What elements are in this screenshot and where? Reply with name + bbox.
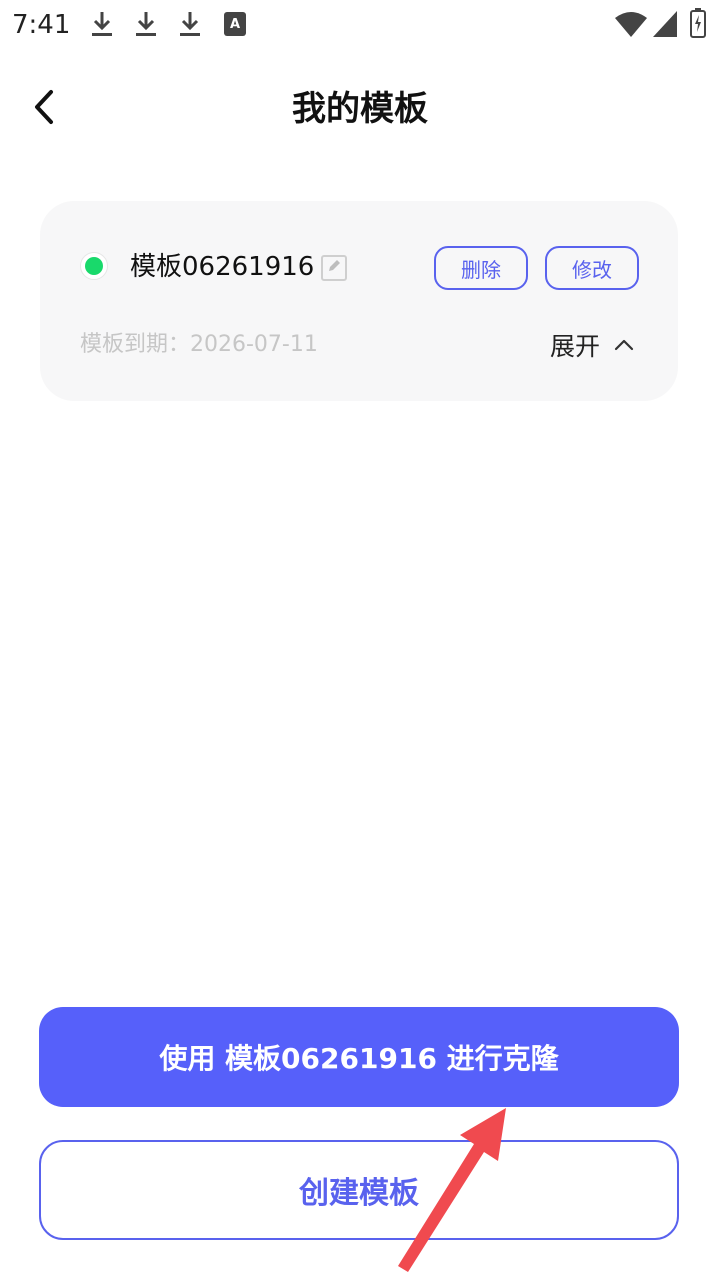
accessibility-a-icon: A: [224, 12, 246, 40]
status-bar: 7:41 A: [0, 0, 720, 50]
modify-button[interactable]: 修改: [545, 246, 639, 290]
download-icon: [134, 10, 158, 42]
page-title: 我的模板: [292, 89, 428, 129]
status-time: 7:41: [12, 10, 71, 40]
expand-label: 展开: [550, 332, 601, 361]
status-dot-icon: [85, 257, 103, 275]
screen: 7:41 A 我的模板 模板06261916 删除 修改 模板到期：2026-0…: [0, 0, 720, 1280]
clone-template-button[interactable]: 使用 模板06261916 进行克隆: [39, 1007, 679, 1107]
active-status-indicator: [80, 252, 108, 280]
wifi-icon: [614, 10, 648, 42]
chevron-up-icon: [614, 338, 634, 352]
download-icon: [90, 10, 114, 42]
expand-toggle[interactable]: 展开: [550, 325, 634, 365]
svg-text:A: A: [230, 17, 240, 32]
edit-name-button[interactable]: [321, 255, 347, 281]
create-template-button[interactable]: 创建模板: [39, 1140, 679, 1240]
delete-button[interactable]: 删除: [434, 246, 528, 290]
expiry-date: 模板到期：2026-07-11: [80, 332, 318, 357]
pencil-icon: [326, 258, 342, 278]
template-card: 模板06261916 删除 修改 模板到期：2026-07-11 展开: [40, 201, 678, 401]
signal-icon: [652, 10, 678, 42]
battery-charging-icon: [690, 8, 706, 42]
template-name: 模板06261916: [130, 252, 315, 282]
download-icon: [178, 10, 202, 42]
